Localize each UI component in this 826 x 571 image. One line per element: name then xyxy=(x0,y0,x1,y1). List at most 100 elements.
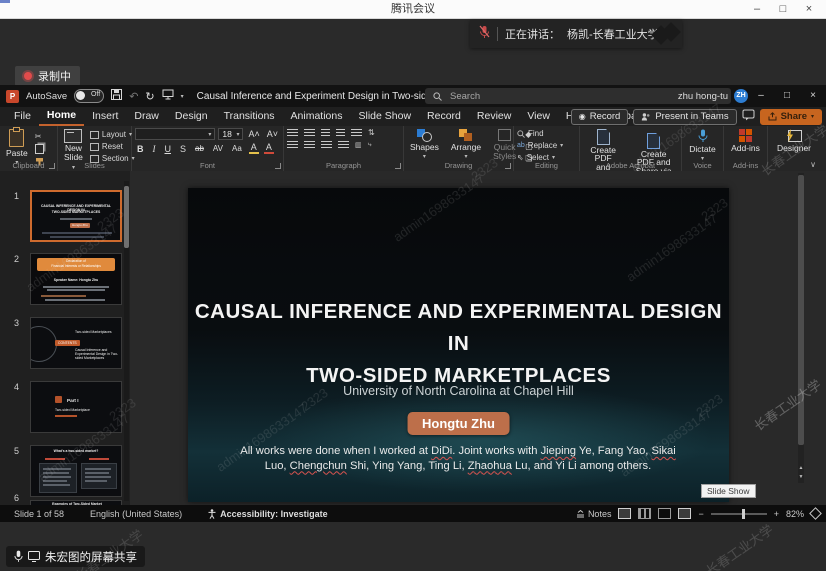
replace-button[interactable]: ab Replace ▾ xyxy=(517,141,576,151)
tab-home[interactable]: Home xyxy=(39,107,84,126)
text-direction-icon[interactable] xyxy=(351,129,362,137)
thumbnail-scrollbar[interactable] xyxy=(124,181,129,501)
scrollbar-thumb[interactable] xyxy=(798,175,804,445)
minimize-icon[interactable]: – xyxy=(744,0,770,18)
save-icon[interactable] xyxy=(111,87,122,105)
cut-icon[interactable]: ✂ xyxy=(35,132,44,141)
powerpoint-app-icon[interactable]: P xyxy=(6,90,19,103)
tab-record[interactable]: Record xyxy=(419,108,469,125)
ppt-restore-icon[interactable]: □ xyxy=(774,85,800,107)
share-button[interactable]: Share ▾ xyxy=(760,109,822,125)
tab-view[interactable]: View xyxy=(519,108,558,125)
strikethrough-icon[interactable]: ab xyxy=(193,144,206,153)
zoom-out-icon[interactable]: − xyxy=(698,509,703,519)
accessibility-status[interactable]: Accessibility: Investigate xyxy=(208,509,328,519)
slide-thumbnail-3[interactable]: CONTENTS Two-sided Marketplaces Causal I… xyxy=(30,317,122,369)
layout-button[interactable]: Layout▾ xyxy=(90,130,135,140)
paragraph-dialog-launcher[interactable] xyxy=(395,163,401,169)
avatar[interactable]: ZH xyxy=(734,89,748,103)
shrink-font-icon[interactable]: A˅ xyxy=(265,129,280,139)
redo-icon[interactable]: ↻ xyxy=(145,90,154,103)
align-left-icon[interactable] xyxy=(287,141,298,149)
justify-icon[interactable] xyxy=(338,141,349,149)
shapes-button[interactable]: Shapes ▾ xyxy=(407,128,442,161)
voice-group-label: Voice xyxy=(682,161,723,170)
font-color-icon[interactable]: A xyxy=(264,143,274,154)
slide-sorter-view-button[interactable] xyxy=(638,508,651,519)
drawing-dialog-launcher[interactable] xyxy=(505,163,511,169)
zoom-in-icon[interactable]: + xyxy=(774,509,779,519)
slide-thumbnail-1[interactable]: CAUSAL INFERENCE AND EXPERIMENTAL DESIGN… xyxy=(30,190,122,242)
close-icon[interactable]: × xyxy=(796,0,822,18)
record-button[interactable]: ◉ Record xyxy=(571,109,629,125)
smartart-icon[interactable]: ⤷ xyxy=(368,141,372,149)
zoom-level[interactable]: 82% xyxy=(786,509,804,519)
ppt-close-icon[interactable]: × xyxy=(800,85,826,107)
notes-button[interactable]: Notes xyxy=(576,509,612,519)
tab-design[interactable]: Design xyxy=(167,108,216,125)
ppt-minimize-icon[interactable]: – xyxy=(748,85,774,107)
designer-button[interactable]: Designer xyxy=(771,128,817,154)
decrease-indent-icon[interactable] xyxy=(321,129,330,137)
zoom-slider-thumb[interactable] xyxy=(742,509,745,519)
tab-transitions[interactable]: Transitions xyxy=(216,108,283,125)
slide-thumbnail-4[interactable]: Part I Two-sided Marketplace xyxy=(30,381,122,433)
font-dialog-launcher[interactable] xyxy=(275,163,281,169)
recording-indicator[interactable]: 录制中 xyxy=(15,66,80,86)
slide-scrollbar[interactable]: ▲ ▼ xyxy=(798,173,804,483)
reset-button[interactable]: Reset xyxy=(90,142,135,152)
addins-button[interactable]: Add-ins xyxy=(727,128,764,154)
quick-access-dropdown-icon[interactable]: ▾ xyxy=(181,93,184,100)
font-size-combo[interactable]: 18▾ xyxy=(218,128,243,140)
search-input[interactable] xyxy=(448,90,692,103)
screen-share-indicator[interactable]: 朱宏图的屏幕共享 xyxy=(6,546,145,567)
char-spacing-icon[interactable]: AV xyxy=(211,144,225,153)
slide-canvas[interactable]: CAUSAL INFERENCE AND EXPERIMENTAL DESIGN… xyxy=(188,188,729,502)
zoom-slider[interactable] xyxy=(711,513,767,515)
comments-icon[interactable] xyxy=(742,108,755,126)
slide-thumbnail-5[interactable]: What's a two-sided market? xyxy=(30,445,122,497)
tab-draw[interactable]: Draw xyxy=(126,108,167,125)
dictate-button[interactable]: Dictate ▾ xyxy=(685,128,720,163)
arrange-button[interactable]: Arrange ▾ xyxy=(448,128,484,161)
undo-icon[interactable]: ↶ xyxy=(129,90,138,103)
increase-indent-icon[interactable] xyxy=(336,129,345,137)
language-status[interactable]: English (United States) xyxy=(90,509,182,519)
previous-slide-icon[interactable]: ▲ xyxy=(798,465,804,471)
clipboard-dialog-launcher[interactable] xyxy=(49,163,55,169)
tab-review[interactable]: Review xyxy=(469,108,519,125)
find-button[interactable]: Find xyxy=(517,129,576,139)
tab-insert[interactable]: Insert xyxy=(84,108,126,125)
user-name[interactable]: zhu hong-tu xyxy=(678,91,728,102)
shadow-button[interactable]: S xyxy=(178,144,188,154)
bullets-icon[interactable] xyxy=(287,129,298,137)
columns-icon[interactable]: ▥ xyxy=(355,141,362,149)
slide-show-view-button[interactable] xyxy=(678,508,691,519)
change-case-icon[interactable]: Aa xyxy=(230,144,244,153)
copy-icon[interactable] xyxy=(35,144,44,154)
next-slide-icon[interactable]: ▼ xyxy=(798,474,804,480)
present-in-teams-button[interactable]: Present in Teams xyxy=(633,109,736,125)
collapse-ribbon-icon[interactable]: ∨ xyxy=(810,160,816,169)
highlight-color-icon[interactable]: A xyxy=(249,143,259,154)
tab-animations[interactable]: Animations xyxy=(283,108,351,125)
align-right-icon[interactable] xyxy=(321,141,332,149)
slideshow-from-start-icon[interactable] xyxy=(162,87,174,105)
tab-file[interactable]: File xyxy=(6,108,39,125)
slide-thumbnail-2[interactable]: Declaration of Financial Interests or Re… xyxy=(30,253,122,305)
numbering-icon[interactable] xyxy=(304,129,315,137)
maximize-icon[interactable]: □ xyxy=(770,0,796,18)
italic-button[interactable]: I xyxy=(151,144,158,154)
fit-slide-icon[interactable] xyxy=(809,507,822,520)
line-spacing-icon[interactable]: ⇅ xyxy=(368,128,375,137)
align-center-icon[interactable] xyxy=(304,141,315,149)
slide-indicator[interactable]: Slide 1 of 58 xyxy=(14,509,64,519)
autosave-toggle[interactable]: Off xyxy=(74,89,104,103)
reading-view-button[interactable] xyxy=(658,508,671,519)
underline-button[interactable]: U xyxy=(163,144,174,154)
font-name-combo[interactable]: ▾ xyxy=(135,128,215,140)
bold-button[interactable]: B xyxy=(135,144,146,154)
tab-slide-show[interactable]: Slide Show xyxy=(351,108,420,125)
grow-font-icon[interactable]: A˄ xyxy=(246,129,261,139)
normal-view-button[interactable] xyxy=(618,508,631,519)
